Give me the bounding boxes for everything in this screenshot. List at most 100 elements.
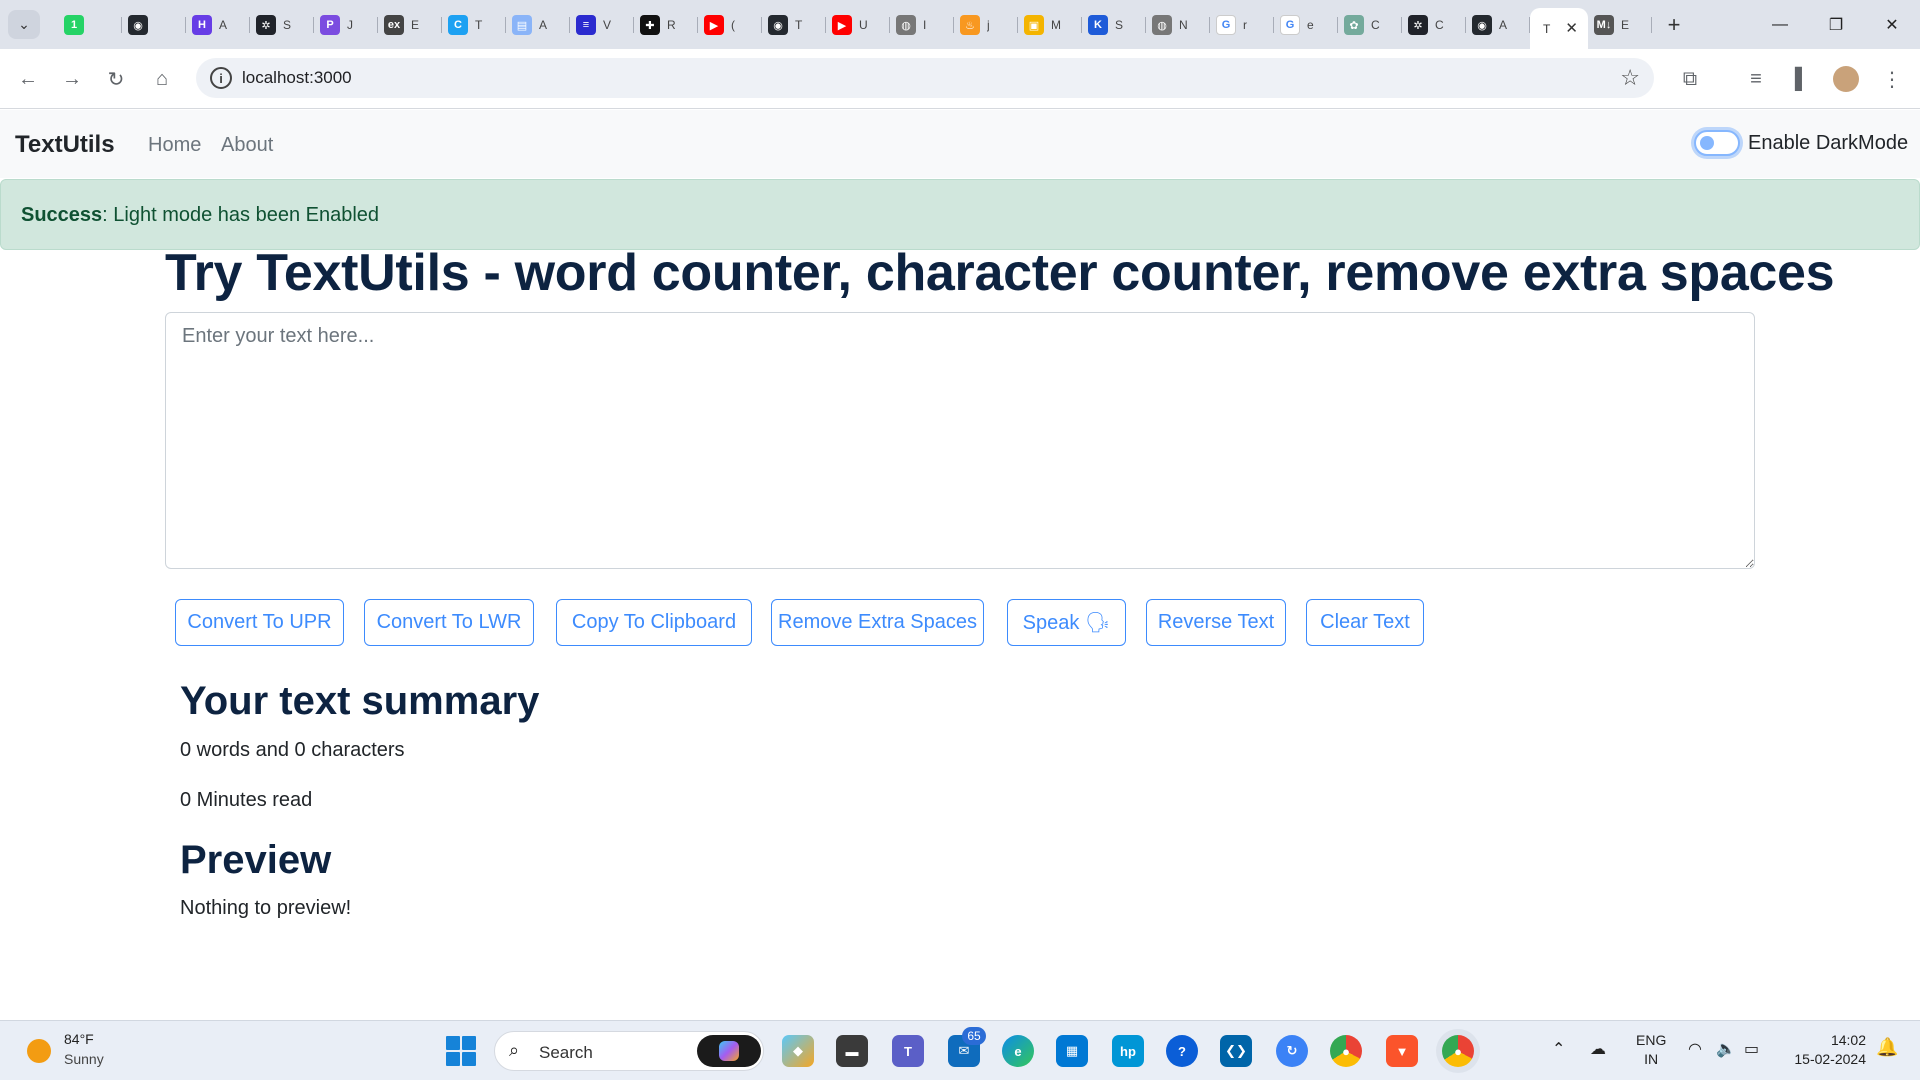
nav-link-about[interactable]: About	[221, 134, 273, 157]
wifi-icon[interactable]: ◠	[1688, 1039, 1702, 1059]
taskbar-search[interactable]: ⌕ Search	[494, 1031, 764, 1071]
extensions-button[interactable]: ⧉	[1674, 63, 1706, 95]
copilot-icon[interactable]	[697, 1035, 761, 1067]
media-controls-button[interactable]: ≡	[1740, 63, 1772, 95]
browser-tab[interactable]: ex E	[378, 8, 442, 42]
file-explorer-icon[interactable]: ▬	[836, 1035, 868, 1067]
system-clock[interactable]: 14:02 15-02-2024	[1786, 1031, 1866, 1069]
notification-bell-icon[interactable]: 🔔	[1876, 1037, 1898, 1058]
tab-search-button[interactable]: ⌄	[8, 10, 40, 39]
reverse-text-button[interactable]: Reverse Text	[1146, 599, 1286, 646]
volume-icon[interactable]: 🔈	[1716, 1039, 1736, 1059]
youtube-icon: ▶	[704, 15, 724, 35]
browser-tab[interactable]: Gr	[1210, 8, 1274, 42]
browser-tab[interactable]: PJ	[314, 8, 378, 42]
browser-tab[interactable]: ◉	[122, 8, 186, 42]
onedrive-icon[interactable]: ☁	[1590, 1039, 1606, 1059]
back-arrow-icon: ←	[18, 67, 38, 90]
forward-button[interactable]: →	[56, 63, 88, 95]
chrome-active-icon[interactable]: ●	[1442, 1035, 1474, 1067]
browser-tab[interactable]: ≡ V	[570, 8, 634, 42]
convert-lowercase-button[interactable]: Convert To LWR	[364, 599, 534, 646]
home-button[interactable]: ⌂	[146, 63, 178, 95]
browser-tab[interactable]: ✿ C	[1338, 8, 1402, 42]
brand-logo-text[interactable]: TextUtils	[15, 131, 115, 159]
back-button[interactable]: ←	[12, 63, 44, 95]
browser-tab[interactable]: HA	[186, 8, 250, 42]
globe-icon: ◍	[896, 15, 916, 35]
chrome-menu-button[interactable]: ⋮	[1876, 63, 1908, 95]
profile-button[interactable]	[1830, 63, 1862, 95]
restore-button[interactable]: ❐	[1808, 0, 1864, 49]
close-window-button[interactable]: ✕	[1864, 0, 1920, 49]
tab-title: S	[1115, 18, 1124, 32]
browser-tab[interactable]: ✲ C	[1402, 8, 1466, 42]
browser-tab[interactable]: ◉ T	[762, 8, 826, 42]
copilot-preview-app-icon[interactable]: ◆	[782, 1035, 814, 1067]
tab-title: A	[219, 18, 228, 32]
minimize-button[interactable]: —	[1752, 0, 1808, 49]
reload-icon: ↻	[107, 68, 125, 91]
convert-uppercase-button[interactable]: Convert To UPR	[175, 599, 344, 646]
k-icon: K	[1088, 15, 1108, 35]
browser-tab[interactable]: KS	[1082, 8, 1146, 42]
browser-tab[interactable]: ✚ R	[634, 8, 698, 42]
browser-tab[interactable]: M↓ E	[1588, 8, 1652, 42]
window-controls: — ❐ ✕	[1752, 0, 1920, 49]
react-icon: ✲	[1408, 15, 1428, 35]
tab-title: A	[539, 18, 548, 32]
language-indicator[interactable]: ENG IN	[1636, 1031, 1666, 1069]
site-info-icon[interactable]: i	[210, 67, 232, 89]
browser-tab[interactable]: ◉ A	[1466, 8, 1530, 42]
url-text[interactable]: localhost:3000	[242, 68, 352, 88]
browser-tab[interactable]: 1	[58, 8, 122, 42]
nav-link-home[interactable]: Home	[148, 134, 201, 157]
reload-button[interactable]: ↻	[100, 63, 132, 95]
browser-tab[interactable]: CT	[442, 8, 506, 42]
browser-tab[interactable]: ▶ U	[826, 8, 890, 42]
browser-toolbar: ← → ↻ ⌂ i localhost:3000 ☆ ⧉ ≡ ▌ ⋮	[0, 49, 1920, 109]
new-tab-button[interactable]: +	[1660, 12, 1688, 38]
start-button[interactable]	[446, 1036, 476, 1066]
copy-clipboard-button[interactable]: Copy To Clipboard	[556, 599, 752, 646]
browser-tab[interactable]: ▣ M	[1018, 8, 1082, 42]
address-bar[interactable]: i localhost:3000 ☆	[196, 58, 1654, 98]
browser-tab[interactable]: ✲ S	[250, 8, 314, 42]
tips-icon[interactable]: ?	[1166, 1035, 1198, 1067]
edge-icon[interactable]: e	[1002, 1035, 1034, 1067]
dsa-icon: ≡	[576, 15, 596, 35]
bookmark-star-icon[interactable]: ☆	[1620, 65, 1640, 91]
browser-tab[interactable]: ▤ A	[506, 8, 570, 42]
side-panel-button[interactable]: ▌	[1786, 63, 1818, 95]
puzzle-piece-icon: ⧉	[1682, 67, 1698, 90]
store-icon[interactable]: ▦	[1056, 1035, 1088, 1067]
browser-tab[interactable]: ◍ N	[1146, 8, 1210, 42]
tab-title: I	[923, 18, 927, 32]
show-hidden-icons-icon[interactable]: ⌃	[1552, 1039, 1565, 1059]
close-tab-icon[interactable]: ✕	[1565, 19, 1578, 37]
vscode-icon[interactable]: ❮❯	[1220, 1035, 1252, 1067]
sync-app-icon[interactable]: ↻	[1276, 1035, 1308, 1067]
dark-mode-toggle[interactable]	[1694, 130, 1740, 156]
myhp-icon[interactable]: hp	[1112, 1035, 1144, 1067]
text-input-area[interactable]	[165, 312, 1755, 569]
tab-title: E	[411, 18, 420, 32]
tab-title: T	[795, 18, 803, 32]
remove-extra-spaces-button[interactable]: Remove Extra Spaces	[771, 599, 984, 646]
avatar	[1833, 66, 1859, 92]
chrome-icon[interactable]: ●	[1330, 1035, 1362, 1067]
clear-text-button[interactable]: Clear Text	[1306, 599, 1424, 646]
brave-icon[interactable]: ▼	[1386, 1035, 1418, 1067]
speak-button[interactable]: Speak 🗣	[1007, 599, 1126, 646]
teams-icon[interactable]: T	[892, 1035, 924, 1067]
dark-mode-label[interactable]: Enable DarkMode	[1748, 132, 1908, 155]
browser-tab[interactable]: Ge	[1274, 8, 1338, 42]
battery-icon[interactable]: ▭	[1744, 1039, 1759, 1059]
browser-tab[interactable]: ◍ I	[890, 8, 954, 42]
browser-tab[interactable]: ♨ j	[954, 8, 1018, 42]
tab-active[interactable]: T ✕	[1530, 8, 1588, 49]
github-icon: ◉	[128, 15, 148, 35]
browser-tab[interactable]: ▶(	[698, 8, 762, 42]
tab-title: C	[1371, 18, 1380, 32]
page-title: Try TextUtils - word counter, character …	[165, 244, 1835, 302]
